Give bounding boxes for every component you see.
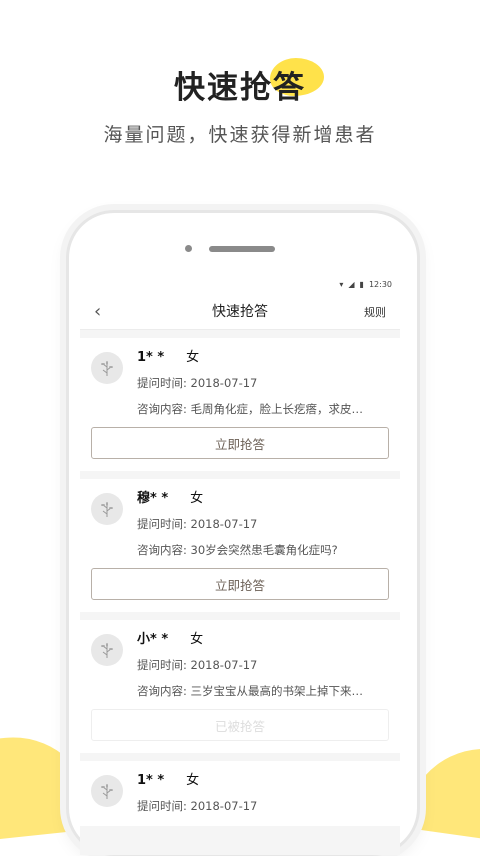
question-time: 提问时间: 2018-07-17	[137, 376, 258, 390]
patient-name: 1* *	[137, 350, 165, 365]
question-card: 小* * 女 提问时间: 2018-07-17 咨询内容: 三岁宝宝从最高的书架上…	[80, 620, 400, 753]
question-time: 提问时间: 2018-07-17	[137, 799, 258, 813]
question-card: 1* * 女 提问时间: 2018-07-17	[80, 761, 400, 826]
grab-answer-button[interactable]: 立即抢答	[91, 568, 389, 600]
phone-speaker	[209, 246, 275, 252]
patient-name-line: 小* * 女	[137, 630, 389, 650]
question-content: 咨询内容: 三岁宝宝从最高的书架上掉下来…	[137, 684, 364, 698]
patient-name: 穆* *	[137, 491, 169, 506]
patient-name: 1* *	[137, 773, 165, 788]
question-content: 咨询内容: 30岁会突然患毛囊角化症吗?	[137, 543, 338, 557]
status-time: 12:30	[368, 279, 392, 289]
avatar	[91, 493, 123, 525]
phone-screen: ▾ ◢ ▮ 12:30 ‹ 快速抢答 规则 1* * 女 提问时间: 2018-…	[80, 275, 400, 855]
rules-link[interactable]: 规则	[364, 304, 386, 320]
patient-name-line: 1* * 女	[137, 348, 389, 368]
patient-name-line: 1* * 女	[137, 771, 389, 791]
patient-name: 小* *	[137, 632, 169, 647]
question-card: 穆* * 女 提问时间: 2018-07-17 咨询内容: 30岁会突然患毛囊角化…	[80, 479, 400, 612]
patient-gender: 女	[186, 350, 200, 365]
question-list: 1* * 女 提问时间: 2018-07-17 咨询内容: 毛周角化症，脸上长疙瘩…	[80, 330, 400, 826]
status-bar: ▾ ◢ ▮ 12:30	[80, 275, 400, 293]
avatar	[91, 634, 123, 666]
plant-icon	[101, 643, 113, 658]
plant-icon	[101, 502, 113, 517]
phone-mockup: ▾ ◢ ▮ 12:30 ‹ 快速抢答 规则 1* * 女 提问时间: 2018-…	[66, 210, 420, 856]
plant-icon	[101, 361, 113, 376]
nav-title: 快速抢答	[212, 304, 268, 320]
nav-bar: ‹ 快速抢答 规则	[80, 293, 400, 330]
avatar	[91, 352, 123, 384]
wifi-icon: ▾	[339, 279, 344, 289]
grab-answer-button[interactable]: 立即抢答	[91, 427, 389, 459]
hero-subtitle: 海量问题，快速获得新增患者	[103, 124, 377, 146]
back-chevron-icon[interactable]: ‹	[94, 301, 101, 322]
question-card: 1* * 女 提问时间: 2018-07-17 咨询内容: 毛周角化症，脸上长疙瘩…	[80, 338, 400, 471]
patient-name-line: 穆* * 女	[137, 489, 389, 509]
battery-icon: ▮	[359, 279, 364, 289]
question-time: 提问时间: 2018-07-17	[137, 517, 258, 531]
question-content: 咨询内容: 毛周角化症，脸上长疙瘩，求皮…	[137, 402, 364, 416]
phone-camera	[185, 245, 192, 252]
patient-gender: 女	[190, 491, 204, 506]
answered-button-disabled: 已被抢答	[91, 709, 389, 741]
plant-icon	[101, 784, 113, 799]
hero-title-text: 快速抢答	[174, 70, 306, 106]
patient-gender: 女	[186, 773, 200, 788]
avatar	[91, 775, 123, 807]
patient-gender: 女	[190, 632, 204, 647]
signal-icon: ◢	[348, 279, 355, 289]
question-time: 提问时间: 2018-07-17	[137, 658, 258, 672]
hero-title: 快速抢答	[0, 58, 480, 107]
